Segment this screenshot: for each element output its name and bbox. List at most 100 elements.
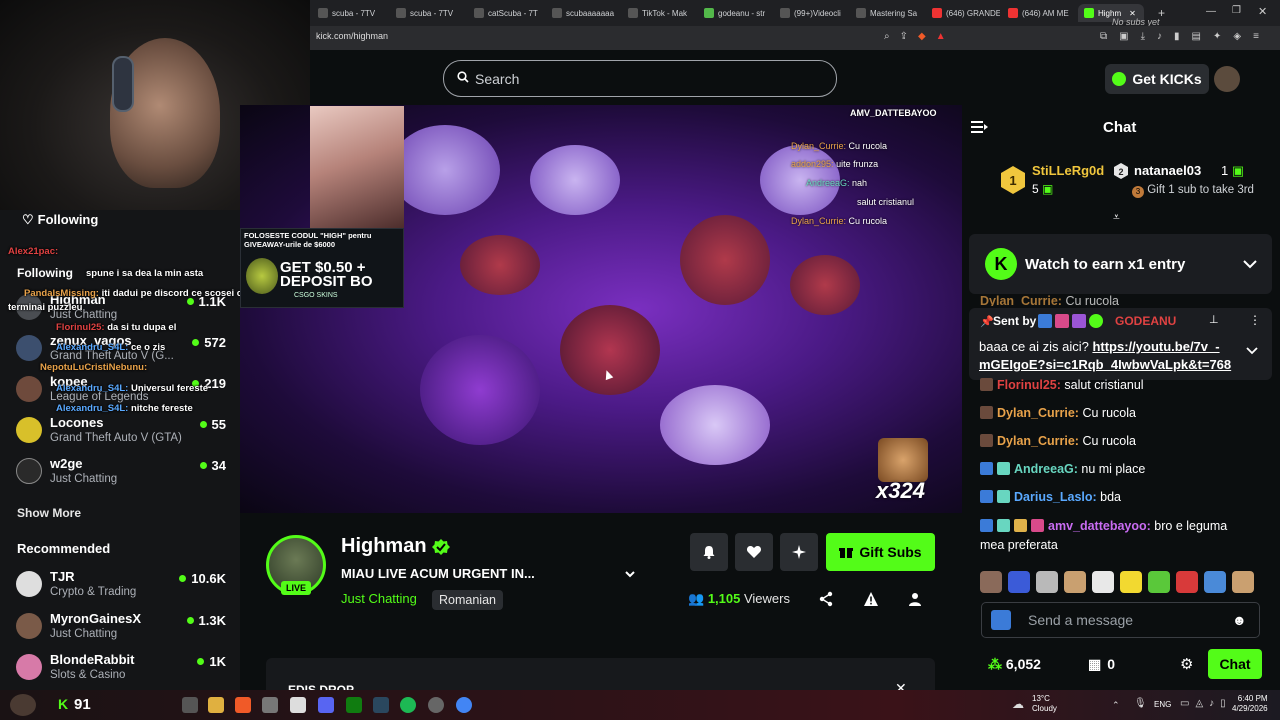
tray-chevron-icon[interactable]: ⌃: [1112, 700, 1120, 711]
close-window-icon[interactable]: ✕: [1258, 5, 1267, 18]
extension-icon[interactable]: ▣: [1119, 31, 1128, 45]
brave-browser-icon[interactable]: [235, 697, 251, 713]
chrome-icon[interactable]: [456, 697, 472, 713]
clock[interactable]: 6:40 PM 4/29/2026: [1232, 694, 1268, 714]
emote-icon[interactable]: [1232, 571, 1254, 593]
menu-icon[interactable]: ≡: [1253, 31, 1259, 45]
share-icon[interactable]: ⇪: [900, 31, 908, 45]
chevron-down-icon[interactable]: [1246, 346, 1258, 356]
emote-icon[interactable]: [1036, 571, 1058, 593]
expand-leaderboard-icon[interactable]: ⩡: [1113, 210, 1120, 225]
gift-subs-button[interactable]: Gift Subs: [826, 533, 935, 571]
browser-tab[interactable]: godeanu - str: [698, 4, 772, 22]
identity-badge-icon[interactable]: [991, 610, 1011, 630]
chat-username[interactable]: Dylan_Currie:: [997, 406, 1079, 420]
extension-icon[interactable]: ⧉: [1100, 31, 1107, 45]
top-gifter-name[interactable]: natanael03: [1134, 163, 1201, 178]
language-indicator[interactable]: ENG: [1154, 700, 1171, 709]
follow-button[interactable]: [735, 533, 773, 571]
volume-icon[interactable]: ♪: [1209, 698, 1214, 709]
app-icon[interactable]: [290, 697, 306, 713]
collapse-chat-icon[interactable]: [971, 120, 989, 134]
pinned-username[interactable]: GODEANU: [1115, 314, 1176, 328]
search-input[interactable]: Search: [475, 71, 519, 87]
discord-icon[interactable]: [318, 697, 334, 713]
browser-tab[interactable]: TikTok - Mak: [622, 4, 696, 22]
file-explorer-icon[interactable]: [208, 697, 224, 713]
unpin-icon[interactable]: ⊥: [1209, 313, 1219, 326]
sidebar-toggle-icon[interactable]: ▮: [1174, 31, 1180, 45]
share-icon[interactable]: [818, 591, 834, 607]
task-view-icon[interactable]: [182, 697, 198, 713]
browser-tab[interactable]: scuba - 7TV: [312, 4, 388, 22]
browser-tab[interactable]: scubaaaaaaa: [546, 4, 620, 22]
top-gifter-name[interactable]: StiLLeRg0d: [1032, 163, 1104, 178]
emote-icon[interactable]: [980, 571, 1002, 593]
spotify-icon[interactable]: [400, 697, 416, 713]
more-options-icon[interactable]: ⋮: [1249, 313, 1261, 327]
sidebar-channel-tjr[interactable]: TJR Crypto & Trading 10.6K: [16, 567, 226, 605]
sidebar-channel-blonderabbit[interactable]: BlondeRabbit Slots & Casino 1K: [16, 650, 226, 688]
get-kicks-button[interactable]: Get KICKs: [1105, 64, 1209, 94]
show-more-button[interactable]: Show More: [17, 506, 81, 520]
emote-icon[interactable]: [1008, 571, 1030, 593]
minimize-icon[interactable]: —: [1206, 6, 1216, 17]
stream-category-link[interactable]: Just Chatting: [341, 591, 417, 606]
browser-tab[interactable]: (99+)Videocli: [774, 4, 848, 22]
browser-tab[interactable]: (646) AM ME: [1002, 4, 1076, 22]
browser-tab[interactable]: scuba - 7TV: [390, 4, 466, 22]
emote-icon[interactable]: [1204, 571, 1226, 593]
chevron-down-icon[interactable]: [1242, 258, 1258, 270]
chevron-down-icon[interactable]: [624, 568, 636, 580]
network-icon[interactable]: ◬: [1195, 698, 1203, 709]
music-icon[interactable]: ♪: [1157, 31, 1162, 45]
vpn-icon[interactable]: ◈: [1233, 31, 1241, 45]
user-avatar[interactable]: [1214, 66, 1240, 92]
chat-username[interactable]: amv_dattebayoo:: [1048, 519, 1151, 533]
chat-username[interactable]: Dylan_Currie:: [980, 294, 1062, 306]
emoji-picker-icon[interactable]: ☻: [1232, 612, 1247, 628]
settings-gear-icon[interactable]: ⚙: [1180, 655, 1193, 673]
microphone-icon[interactable]: 🎙: [1134, 698, 1147, 709]
emote-icon[interactable]: [1120, 571, 1142, 593]
steam-icon[interactable]: [373, 697, 389, 713]
emote-icon[interactable]: [1176, 571, 1198, 593]
xbox-icon[interactable]: [346, 697, 362, 713]
url-text[interactable]: kick.com/highman: [316, 31, 388, 41]
battery-icon[interactable]: ▯: [1220, 698, 1226, 709]
ai-icon[interactable]: ✦: [1213, 31, 1221, 45]
emote-icon[interactable]: [1148, 571, 1170, 593]
download-icon[interactable]: ⤓: [1141, 31, 1145, 45]
browser-tab[interactable]: (646) GRANDE: [926, 4, 1000, 22]
language-tag[interactable]: Romanian: [432, 590, 503, 610]
sidebar-channel-myrongainesx[interactable]: MyronGainesX Just Chatting 1.3K: [16, 609, 226, 647]
weather-widget[interactable]: 13°C Cloudy: [1032, 694, 1057, 714]
obs-icon[interactable]: [428, 697, 444, 713]
brave-rewards-icon[interactable]: ▲: [936, 31, 946, 45]
app-icon[interactable]: [262, 697, 278, 713]
emote-icon[interactable]: [1092, 571, 1114, 593]
send-chat-button[interactable]: Chat: [1208, 649, 1262, 679]
emote-icon[interactable]: [1064, 571, 1086, 593]
wallet-icon[interactable]: ▤: [1192, 31, 1201, 45]
user-menu-icon[interactable]: [908, 591, 924, 607]
chat-username[interactable]: Dylan_Currie:: [997, 434, 1079, 448]
channel-points[interactable]: ⁂ 6,052: [988, 656, 1041, 673]
chat-username[interactable]: Darius_Laslo:: [1014, 490, 1097, 504]
maximize-icon[interactable]: ❐: [1232, 5, 1241, 16]
mystery-box[interactable]: ▦ 0: [1088, 656, 1115, 673]
brave-shield-icon[interactable]: ◆: [918, 31, 926, 45]
sparkle-button[interactable]: [780, 533, 818, 571]
sidebar-channel-locones[interactable]: Locones Grand Theft Auto V (GTA) 55: [16, 413, 226, 451]
report-warning-icon[interactable]: [863, 591, 879, 607]
browser-tab[interactable]: catScuba - 7T: [468, 4, 544, 22]
browser-tab[interactable]: Mastering Sa: [850, 4, 924, 22]
chat-input-placeholder[interactable]: Send a message: [1028, 612, 1133, 628]
notifications-button[interactable]: [690, 533, 728, 571]
sidebar-channel-w2ge[interactable]: w2ge Just Chatting 34: [16, 454, 226, 492]
display-icon[interactable]: ▭: [1180, 698, 1189, 709]
chat-username[interactable]: AndreeaG:: [1014, 462, 1078, 476]
zoom-icon[interactable]: ⌕: [884, 31, 890, 45]
streamer-name[interactable]: Highman: [341, 535, 427, 558]
chat-username[interactable]: Florinul25:: [997, 378, 1061, 392]
